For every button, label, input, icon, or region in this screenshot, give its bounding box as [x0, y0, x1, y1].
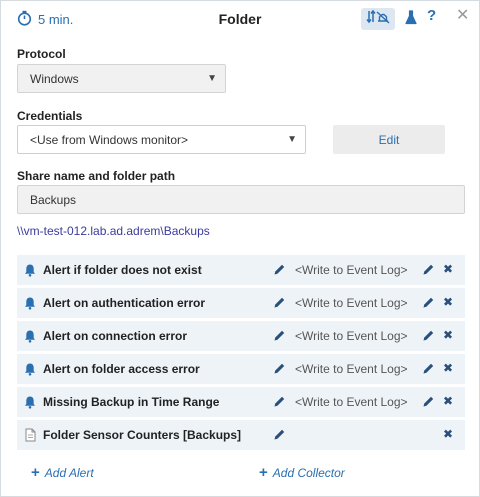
row-name: Alert on folder access error — [43, 362, 200, 376]
share-label: Share name and folder path — [17, 169, 176, 183]
edit-action-pencil-icon[interactable] — [422, 296, 435, 314]
edit-action-pencil-icon[interactable] — [422, 329, 435, 347]
panel-header: 5 min. Folder ? ✕ — [1, 1, 479, 37]
bell-icon — [23, 393, 37, 411]
dropdown-arrow-icon: ▼ — [287, 133, 297, 145]
remove-icon[interactable]: ✖ — [443, 361, 453, 375]
stopwatch-icon — [17, 10, 32, 29]
sort-alerts-off-button[interactable] — [361, 8, 395, 30]
edit-action-pencil-icon[interactable] — [422, 263, 435, 281]
edit-pencil-icon[interactable] — [273, 263, 286, 281]
close-icon[interactable]: ✕ — [456, 5, 469, 25]
add-alert-button[interactable]: + Add Alert — [31, 464, 94, 481]
edit-credentials-button[interactable]: Edit — [333, 125, 445, 154]
row-name: Alert on connection error — [43, 329, 188, 343]
remove-icon[interactable]: ✖ — [443, 394, 453, 408]
protocol-value: Windows — [30, 71, 79, 86]
plus-icon: + — [31, 464, 40, 481]
flask-icon — [405, 10, 417, 29]
bell-icon — [23, 261, 37, 279]
action-target: <Write to Event Log> — [295, 362, 408, 376]
action-target: <Write to Event Log> — [295, 263, 408, 277]
add-collector-label: Add Collector — [272, 465, 345, 480]
help-icon[interactable]: ? — [427, 7, 436, 24]
share-path-value: Backups — [30, 192, 77, 207]
alert-row[interactable]: Alert on authentication error <Write to E… — [17, 288, 465, 318]
remove-icon[interactable]: ✖ — [443, 295, 453, 309]
alert-list: Alert if folder does not exist <Write to … — [17, 255, 465, 453]
remove-icon[interactable]: ✖ — [443, 262, 453, 276]
bell-icon — [23, 294, 37, 312]
edit-action-pencil-icon[interactable] — [422, 395, 435, 413]
edit-pencil-icon[interactable] — [273, 362, 286, 380]
test-button[interactable] — [405, 10, 417, 30]
protocol-label: Protocol — [17, 47, 66, 61]
protocol-select[interactable]: Windows ▼ — [17, 64, 226, 93]
credentials-value: <Use from Windows monitor> — [30, 132, 189, 147]
row-name: Missing Backup in Time Range — [43, 395, 220, 409]
resolved-path-link[interactable]: \\vm-test-012.lab.ad.adrem\Backups — [17, 224, 210, 238]
row-name: Alert if folder does not exist — [43, 263, 202, 277]
dropdown-arrow-icon: ▼ — [207, 72, 217, 84]
credentials-label: Credentials — [17, 109, 83, 123]
folder-sensor-panel: 5 min. Folder ? ✕ Protocol Windows ▼ Cre… — [0, 0, 480, 497]
alert-row[interactable]: Alert on connection error <Write to Event… — [17, 321, 465, 351]
collector-row[interactable]: Folder Sensor Counters [Backups] ✖ — [17, 420, 465, 450]
edit-pencil-icon[interactable] — [273, 296, 286, 314]
interval-button[interactable]: 5 min. — [17, 10, 73, 29]
alert-row[interactable]: Missing Backup in Time Range <Write to Ev… — [17, 387, 465, 417]
add-collector-button[interactable]: + Add Collector — [259, 464, 345, 481]
edit-pencil-icon[interactable] — [273, 395, 286, 413]
bell-icon — [23, 327, 37, 345]
remove-icon[interactable]: ✖ — [443, 328, 453, 342]
bell-icon — [23, 360, 37, 378]
row-name: Alert on authentication error — [43, 296, 206, 310]
action-target: <Write to Event Log> — [295, 329, 408, 343]
edit-pencil-icon[interactable] — [273, 428, 286, 446]
alert-row[interactable]: Alert on folder access error <Write to Ev… — [17, 354, 465, 384]
document-icon — [23, 426, 37, 444]
add-alert-label: Add Alert — [44, 465, 94, 480]
credentials-select[interactable]: <Use from Windows monitor> ▼ — [17, 125, 306, 154]
share-path-input[interactable]: Backups — [17, 185, 465, 214]
interval-label: 5 min. — [38, 12, 74, 27]
alert-row[interactable]: Alert if folder does not exist <Write to … — [17, 255, 465, 285]
remove-icon[interactable]: ✖ — [443, 427, 453, 441]
edit-action-pencil-icon[interactable] — [422, 362, 435, 380]
plus-icon: + — [259, 464, 268, 481]
edit-pencil-icon[interactable] — [273, 329, 286, 347]
row-name: Folder Sensor Counters [Backups] — [43, 428, 242, 442]
action-target: <Write to Event Log> — [295, 296, 408, 310]
sort-alerts-off-icon — [366, 9, 390, 30]
action-target: <Write to Event Log> — [295, 395, 408, 409]
